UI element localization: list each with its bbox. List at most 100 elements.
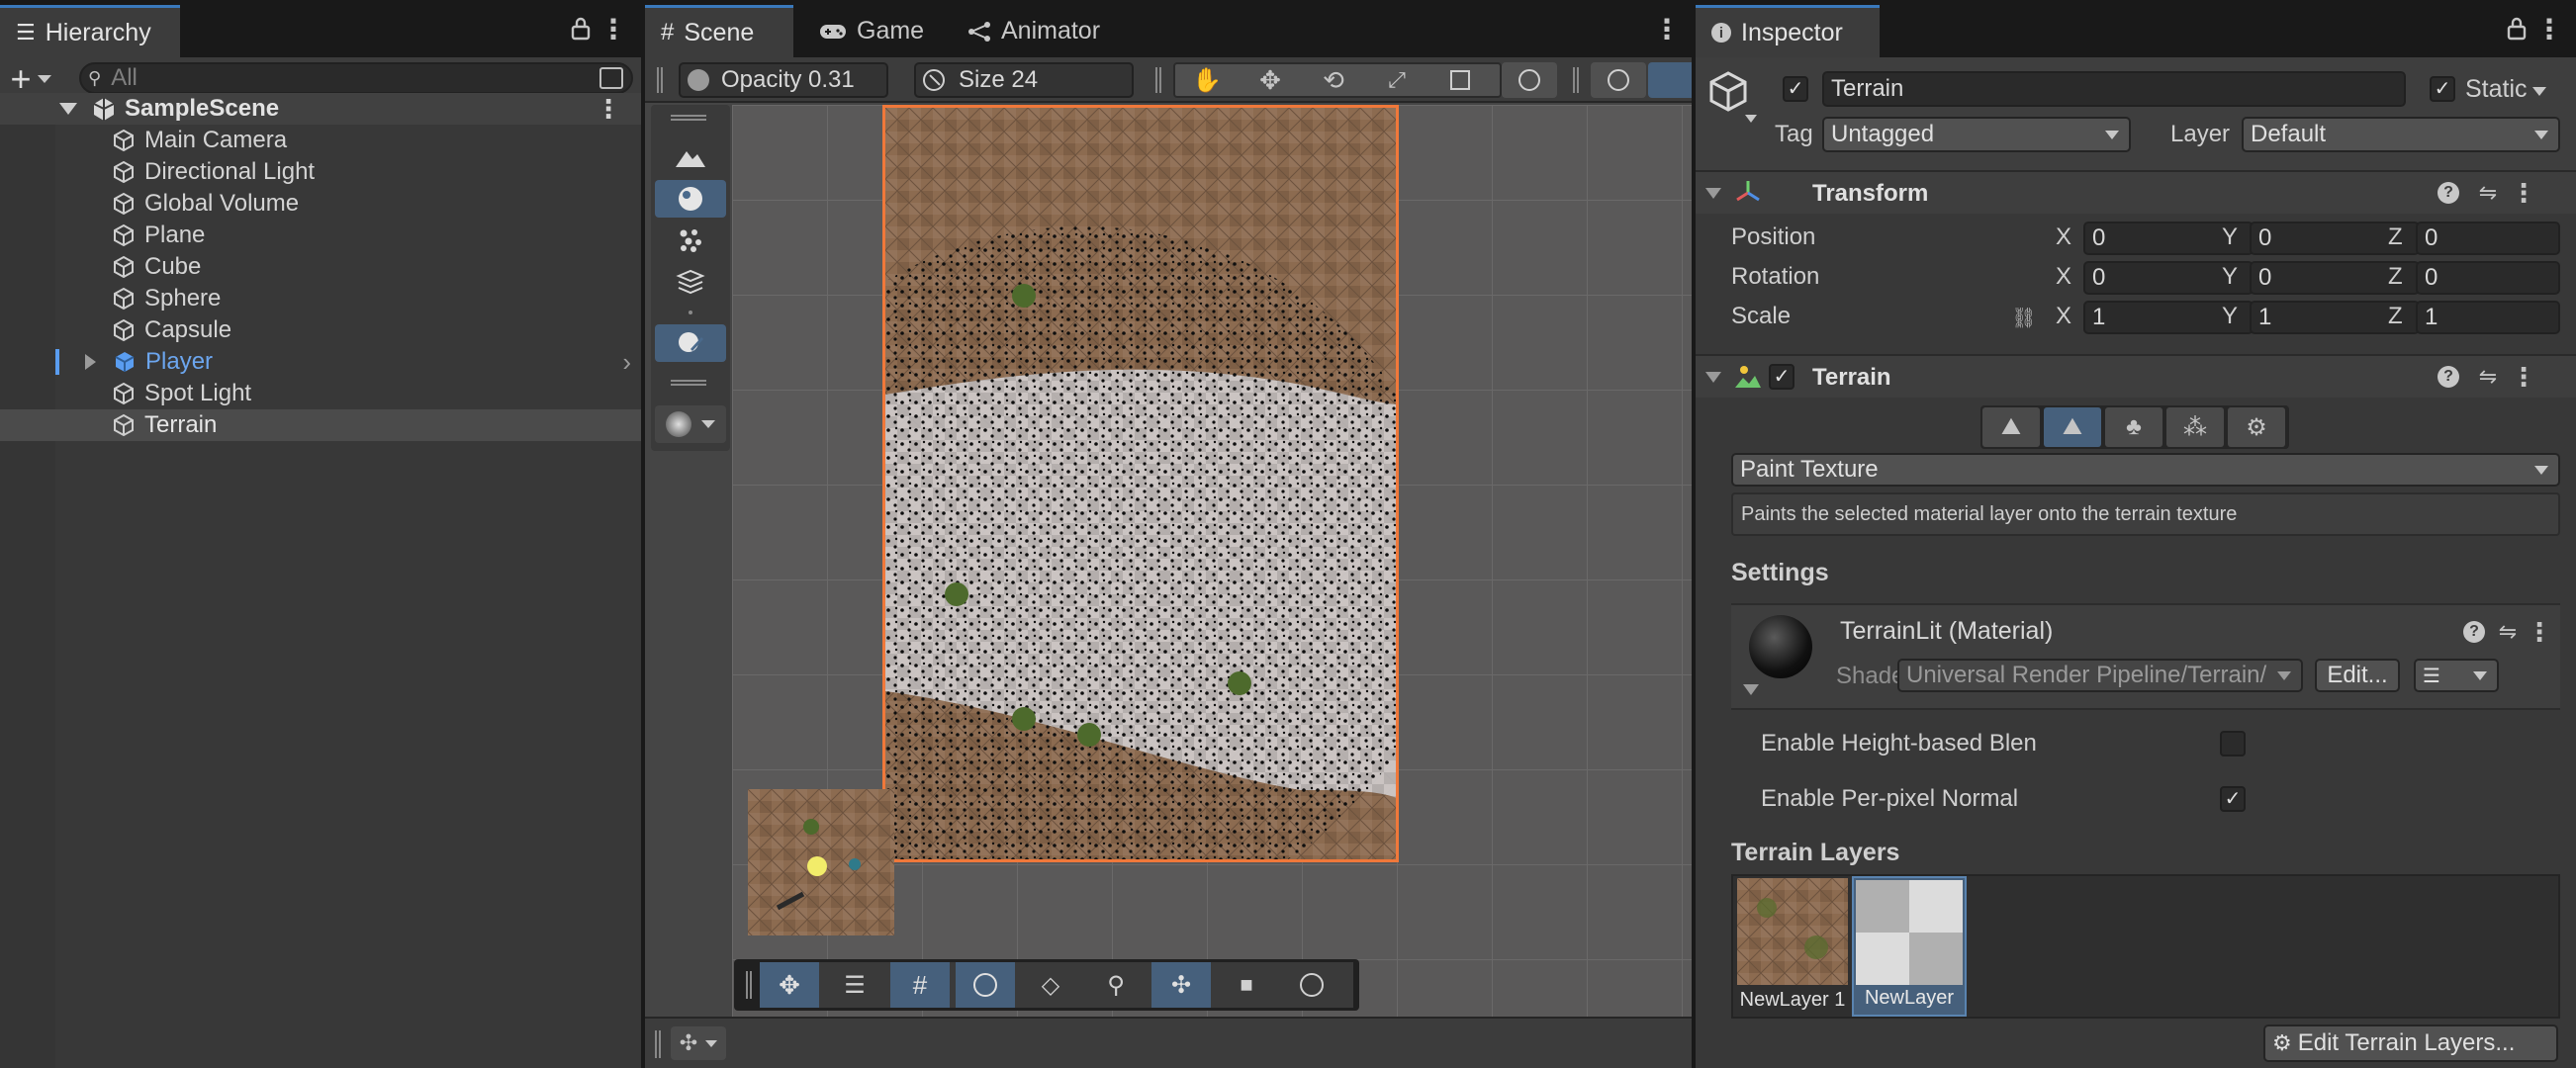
terrain-mesh[interactable] [882,105,1399,862]
paint-trees-button[interactable]: ♣ [2105,407,2162,447]
active-checkbox[interactable]: ✓ [1783,76,1808,102]
component-menu-icon[interactable]: ⋮ [2511,178,2536,208]
search-overlay-tool[interactable]: ⚲ [1086,962,1146,1008]
hierarchy-item-capsule[interactable]: Capsule [0,314,641,346]
rotation-z-field[interactable]: 0 [2416,261,2560,295]
scene-viewport[interactable]: ✥ ☰ # ◇ ⚲ ✣ ■ [732,105,1692,1017]
sliders-overlay-tool[interactable]: ☰ [825,962,884,1008]
add-object-button[interactable]: + [4,61,57,97]
create-neighbor-terrains-button[interactable]: ⛰ [1982,407,2040,447]
more-options-icon[interactable]: ⋮ [599,14,627,44]
paint-details-button[interactable]: ⁂ [2166,407,2224,447]
scale-z-field[interactable]: 1 [2416,301,2560,334]
paint-texture-tool[interactable] [655,180,726,218]
lock-icon[interactable] [567,14,595,44]
presets-icon[interactable]: ⇋ [2495,619,2521,645]
lock-icon[interactable] [2503,14,2530,44]
tag-dropdown[interactable]: Untagged [1822,117,2131,152]
tab-inspector[interactable]: i Inspector [1696,5,1880,57]
chevron-right-icon[interactable]: › [622,347,631,378]
terrain-tool-dropdown[interactable]: Paint Texture [1731,453,2560,487]
layer-dropdown[interactable]: Default [2242,117,2560,152]
help-icon[interactable]: ? [2438,366,2459,388]
foldout-arrow-icon[interactable] [1705,188,1721,199]
opacity-field[interactable]: Opacity 0.31 [679,62,888,98]
terrain-layer-item-selected[interactable]: NewLayer [1852,876,1967,1017]
compass-overlay-tool[interactable] [1282,962,1341,1008]
more-options-icon[interactable]: ⋮ [2535,14,2563,44]
neighbor-terrain-tile[interactable] [748,789,894,935]
help-icon[interactable]: ? [2463,621,2485,643]
terrain-layer-item[interactable]: NewLayer 1 [1737,878,1848,1015]
shader-options-dropdown[interactable]: ☰ [2414,659,2499,692]
raise-lower-terrain-tool[interactable] [655,138,726,176]
terrain-settings-tool[interactable] [655,324,726,362]
edit-terrain-layers-button[interactable]: ⚙ Edit Terrain Layers... [2263,1024,2558,1062]
hierarchy-item-plane[interactable]: Plane [0,220,641,251]
scale-tool-icon[interactable]: ⤢ [1365,64,1428,96]
material-menu-icon[interactable]: ⋮ [2527,617,2552,647]
hierarchy-item-directional-light[interactable]: Directional Light [0,156,641,188]
camera-overlay-tool[interactable]: ■ [1217,962,1276,1008]
layers-overlay-tool[interactable]: ◇ [1021,962,1080,1008]
presets-icon[interactable]: ⇋ [2475,364,2501,390]
expand-arrow-icon[interactable] [59,103,77,115]
rect-tool-icon[interactable] [1428,64,1492,96]
presets-icon[interactable]: ⇋ [2475,180,2501,206]
sphere-overlay-tool[interactable] [956,962,1015,1008]
grid-overlay-tool[interactable]: # [890,962,950,1008]
static-dropdown-arrow[interactable] [2532,87,2546,96]
toolbar-grip[interactable] [657,67,663,93]
transform-all-tool-icon[interactable] [1502,62,1557,98]
material-preview-icon[interactable] [1749,615,1812,678]
global-pivot-icon[interactable] [1591,62,1646,98]
expand-arrow-icon[interactable] [85,354,96,370]
hand-tool-icon[interactable]: ✋ [1175,64,1239,96]
scene-root[interactable]: SampleScene ⋮ [0,93,641,125]
scene-more-icon[interactable]: ⋮ [596,94,621,125]
overlay-grip-2[interactable] [671,380,706,386]
terrain-enabled-checkbox[interactable]: ✓ [1769,364,1794,390]
hierarchy-item-sphere[interactable]: Sphere [0,283,641,314]
hierarchy-item-terrain[interactable]: Terrain [0,409,641,441]
hierarchy-item-cube[interactable]: Cube [0,251,641,283]
constrain-proportions-icon[interactable]: ⛓ [2010,305,2038,330]
foldout-arrow-icon[interactable] [1705,372,1721,383]
tab-game[interactable]: Game [803,5,942,57]
move-overlay-tool[interactable]: ✥ [760,962,819,1008]
rotate-tool-icon[interactable]: ⟲ [1302,64,1365,96]
tab-animator[interactable]: Animator [952,5,1140,57]
object-name-field[interactable]: Terrain [1822,71,2406,107]
hierarchy-item-global-volume[interactable]: Global Volume [0,188,641,220]
pivot-toggle-icon[interactable] [1648,62,1692,98]
move-tool-icon[interactable]: ✥ [1239,64,1302,96]
overlay-grip[interactable] [671,115,706,121]
terrain-component-header[interactable]: ✓ Terrain ? ⇋ ⋮ [1696,354,2576,398]
terrain-settings-button[interactable]: ⚙ [2228,407,2285,447]
component-menu-icon[interactable]: ⋮ [2511,362,2536,392]
scene-visibility-icon[interactable] [599,67,623,89]
bottom-toolbar-grip[interactable] [746,971,752,999]
foldout-arrow-icon[interactable] [1743,684,1759,695]
transform-header[interactable]: Transform ? ⇋ ⋮ [1696,170,2576,214]
per-pixel-normal-checkbox[interactable]: ✓ [2220,786,2246,812]
more-options-icon[interactable]: ⋮ [1653,14,1681,44]
edit-shader-button[interactable]: Edit... [2315,659,2400,692]
hierarchy-item-player[interactable]: Player › [0,346,641,378]
paint-trees-tool[interactable] [655,222,726,259]
status-grip[interactable] [655,1030,661,1058]
shader-dropdown[interactable]: Universal Render Pipeline/Terrain/ [1897,659,2303,692]
gameobject-large-icon[interactable] [1705,69,1751,115]
search-input[interactable]: ⚲ All [79,62,633,94]
chevron-down-icon[interactable] [1745,115,1757,123]
toolbar-grip-2[interactable] [1155,67,1161,93]
tab-scene[interactable]: # Scene [645,5,793,57]
brush-shape-dropdown[interactable] [655,405,726,443]
paint-terrain-button[interactable]: ⛰ [2044,407,2101,447]
help-icon[interactable]: ? [2438,182,2459,204]
toolbar-grip-3[interactable] [1573,67,1579,93]
hierarchy-item-spot-light[interactable]: Spot Light [0,378,641,409]
size-field[interactable]: Size 24 [914,62,1134,98]
height-blend-checkbox[interactable] [2220,731,2246,756]
position-z-field[interactable]: 0 [2416,222,2560,255]
